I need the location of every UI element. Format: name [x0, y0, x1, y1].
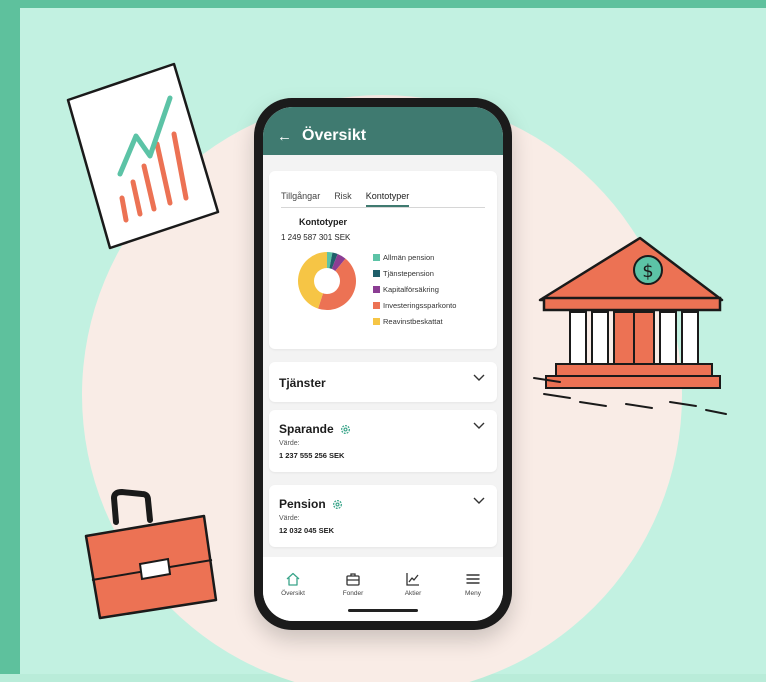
- chart-icon: [406, 573, 419, 586]
- gear-icon[interactable]: [332, 499, 343, 510]
- chevron-down-icon[interactable]: [473, 497, 485, 505]
- section-title: Tjänster: [279, 376, 326, 390]
- legend-item: Kapitalförsäkring: [373, 281, 456, 297]
- legend-label: Kapitalförsäkring: [383, 284, 439, 294]
- nav-label: Meny: [465, 590, 481, 597]
- legend-item: Reavinstbeskattat: [373, 313, 456, 329]
- page-title: Översikt: [302, 127, 367, 144]
- tab-bar: Tillgångar Risk Kontotyper: [281, 191, 485, 208]
- nav-label: Aktier: [404, 590, 422, 597]
- value-label: Värde:: [279, 515, 300, 522]
- donut-chart: [298, 252, 356, 310]
- chart-legend: Allmän pension Tjänstepension Kapitalför…: [373, 249, 456, 329]
- menu-icon: [466, 574, 480, 584]
- app-bar: ← Översikt: [263, 107, 503, 155]
- back-arrow-icon[interactable]: ←: [277, 129, 292, 144]
- frame-left: [0, 0, 20, 682]
- tab-tillgangar[interactable]: Tillgångar: [281, 191, 320, 207]
- chevron-down-icon[interactable]: [473, 374, 485, 382]
- overview-card: Tillgångar Risk Kontotyper Kontotyper 1 …: [269, 171, 497, 349]
- sparande-value: 1 237 555 256 SEK: [279, 451, 345, 460]
- pension-section[interactable]: Pension Värde: 12 032 045 SEK: [269, 485, 497, 547]
- nav-item-aktier[interactable]: Aktier: [387, 571, 439, 621]
- nav-item-meny[interactable]: Meny: [447, 571, 499, 621]
- value-label: Värde:: [279, 440, 300, 447]
- total-value: 1 249 587 301 SEK: [281, 233, 351, 242]
- pension-value: 12 032 045 SEK: [279, 526, 335, 535]
- tjanster-section[interactable]: Tjänster: [269, 362, 497, 402]
- frame-top: [0, 0, 766, 8]
- home-indicator: [348, 609, 418, 612]
- legend-swatch: [373, 285, 380, 293]
- chevron-down-icon[interactable]: [473, 422, 485, 430]
- legend-item: Investeringssparkonto: [373, 297, 456, 313]
- phone-device: ← Översikt Tillgångar Risk Kontotyper Ko…: [254, 98, 512, 630]
- chart-title: Kontotyper: [299, 217, 347, 227]
- section-title-text: Tjänster: [279, 376, 326, 390]
- phone-screen: ← Översikt Tillgångar Risk Kontotyper Ko…: [263, 107, 503, 621]
- nav-item-oversikt[interactable]: Översikt: [267, 571, 319, 621]
- section-title: Sparande: [279, 422, 351, 436]
- section-title-text: Pension: [279, 497, 326, 511]
- home-icon: [286, 572, 300, 586]
- gear-icon[interactable]: [340, 424, 351, 435]
- legend-swatch: [373, 317, 380, 325]
- nav-item-fonder[interactable]: Fonder: [327, 571, 379, 621]
- tab-risk[interactable]: Risk: [334, 191, 352, 207]
- legend-swatch: [373, 253, 380, 261]
- section-title: Pension: [279, 497, 343, 511]
- briefcase-icon: [346, 573, 360, 586]
- legend-label: Allmän pension: [383, 252, 435, 262]
- legend-swatch: [373, 301, 380, 309]
- legend-item: Allmän pension: [373, 249, 456, 265]
- bank-illustration: $: [533, 236, 727, 415]
- legend-label: Reavinstbeskattat: [383, 316, 443, 326]
- sparande-section[interactable]: Sparande Värde: 1 237 555 256 SEK: [269, 410, 497, 472]
- legend-item: Tjänstepension: [373, 265, 456, 281]
- chart-paper-illustration: [66, 62, 220, 250]
- legend-swatch: [373, 269, 380, 277]
- svg-text:$: $: [642, 261, 653, 282]
- nav-label: Fonder: [342, 590, 364, 597]
- legend-label: Investeringssparkonto: [383, 300, 457, 310]
- nav-label: Översikt: [281, 590, 305, 597]
- section-title-text: Sparande: [279, 422, 334, 436]
- legend-label: Tjänstepension: [383, 268, 434, 278]
- tab-kontotyper[interactable]: Kontotyper: [365, 191, 410, 207]
- briefcase-illustration: [84, 488, 218, 620]
